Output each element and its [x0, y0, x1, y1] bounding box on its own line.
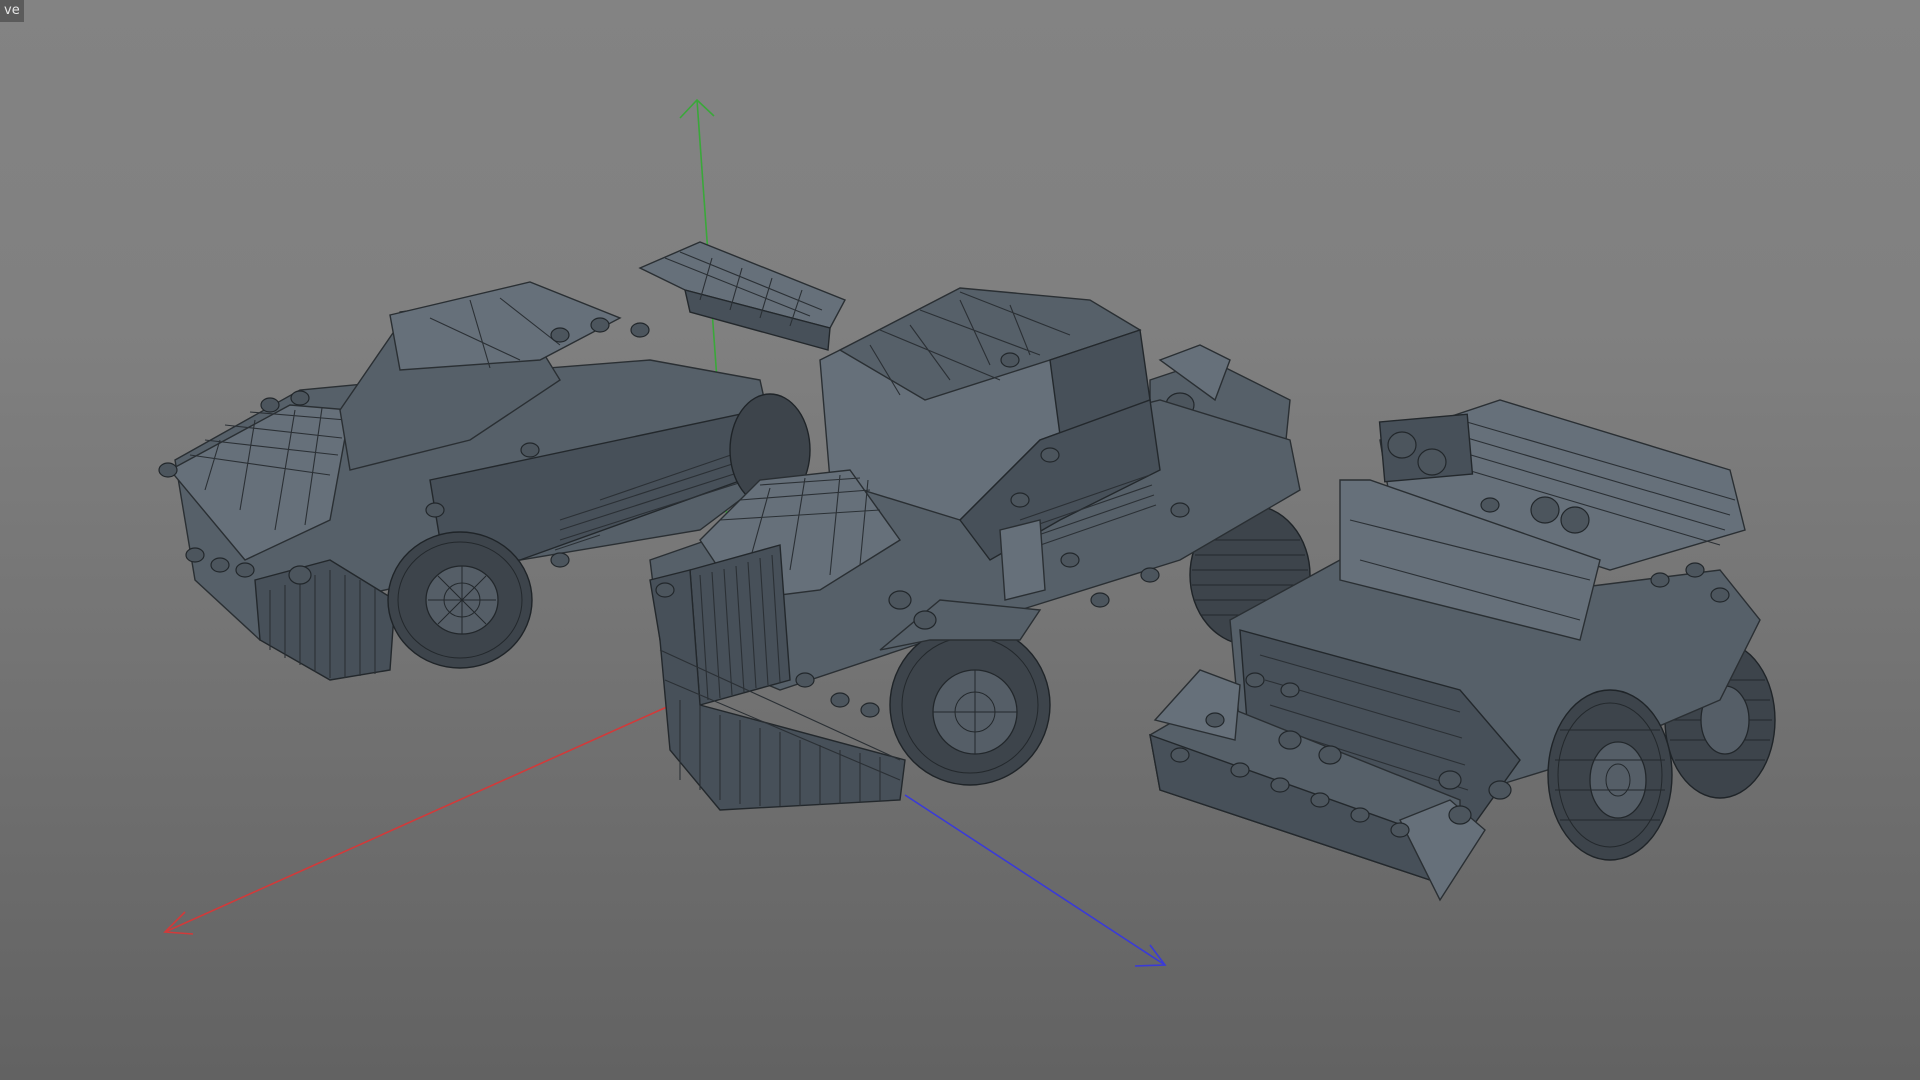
- viewport-scene[interactable]: [0, 0, 1920, 1080]
- world-axes-front: [904, 794, 1167, 967]
- z-axis: [904, 794, 1166, 966]
- x-axis: [164, 692, 699, 933]
- 3d-viewport[interactable]: ve: [0, 0, 1920, 1080]
